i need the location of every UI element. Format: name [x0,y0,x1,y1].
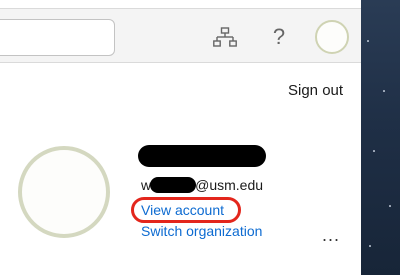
view-account-link[interactable]: View account [141,202,224,218]
user-name-redacted [138,145,266,167]
profile-avatar [18,146,110,238]
account-panel-window: ? Sign out w @usm.edu View account Switch… [0,0,400,275]
email-redaction [150,177,197,193]
more-options-icon[interactable]: ... [322,225,340,246]
help-icon[interactable]: ? [270,24,288,50]
switch-organization-link[interactable]: Switch organization [141,223,262,239]
sign-out-link[interactable]: Sign out [288,82,343,99]
top-bar: ? [0,8,361,63]
desktop-background [361,0,400,275]
org-chart-icon[interactable] [213,27,237,49]
account-panel: ? Sign out w @usm.edu View account Switch… [0,0,361,275]
email-domain: @usm.edu [195,177,264,193]
account-avatar[interactable] [315,20,349,54]
search-input[interactable] [0,19,115,56]
user-email: w @usm.edu [141,177,263,193]
